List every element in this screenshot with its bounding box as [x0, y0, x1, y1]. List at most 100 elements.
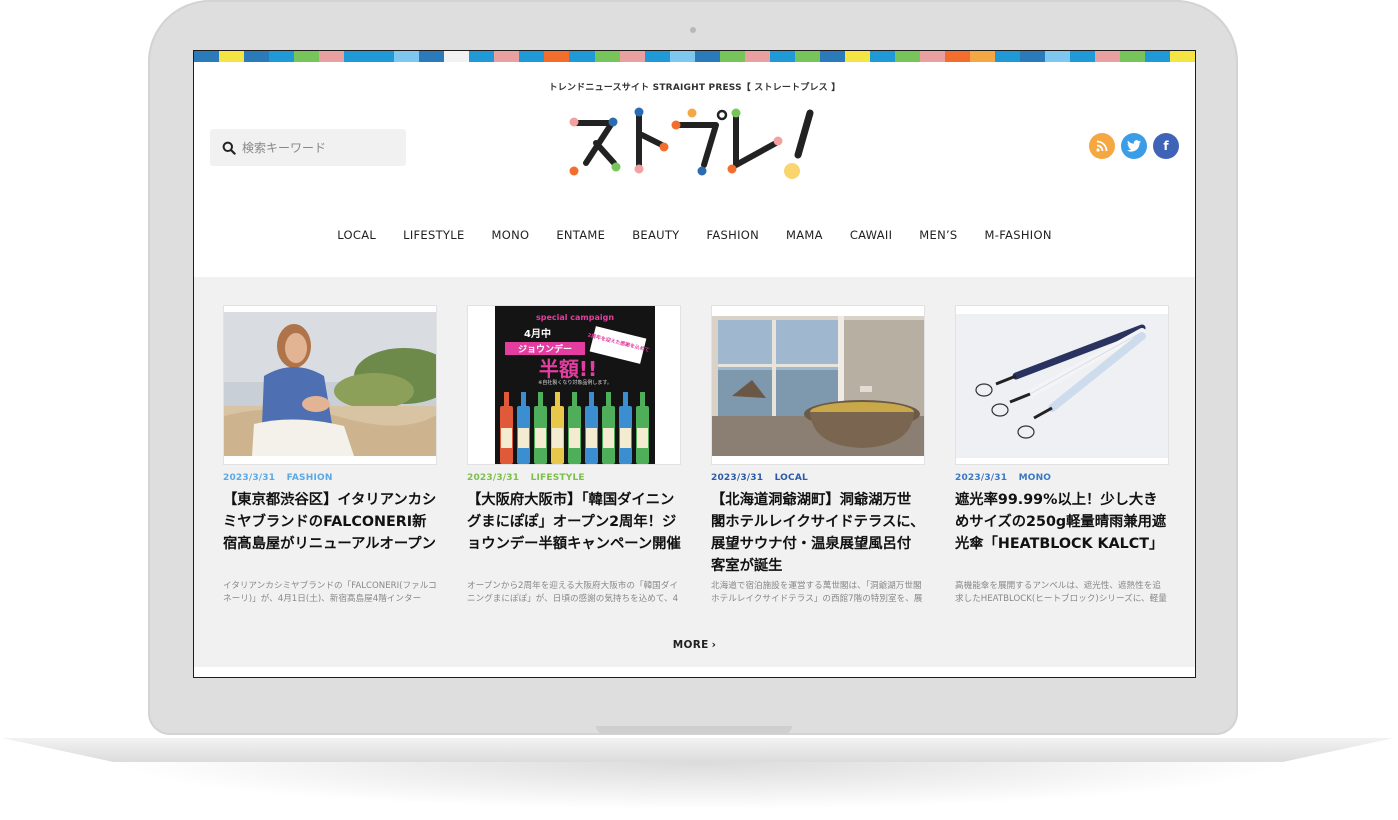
color-bar-segment [619, 51, 645, 62]
article-category[interactable]: LOCAL [775, 473, 808, 483]
search-box[interactable] [210, 129, 406, 166]
color-bar-segment [794, 51, 820, 62]
article-card[interactable]: 2023/3/31 LOCAL 【北海道洞爺湖町】洞爺湖万世閣ホテルレイクサイド… [711, 305, 925, 606]
article-date: 2023/3/31 [223, 473, 276, 483]
bottle-label-shape [501, 428, 512, 448]
header-color-bar [194, 51, 1195, 62]
article-excerpt: オープンから2周年を迎える大阪府大阪市の「韓国ダイニングまにぽぽ」が、日頃の感謝… [467, 581, 679, 604]
bottle-label-shape [603, 428, 614, 448]
color-bar-segment [519, 51, 545, 62]
social-links: f [1089, 133, 1179, 159]
article-title[interactable]: 【東京都渋谷区】イタリアンカシミヤブランドのFALCONERI新宿髙島屋がリニュ… [223, 489, 437, 577]
bottle-label-shape [620, 428, 631, 448]
article-title[interactable]: 遮光率99.99%以上！少し大きめサイズの250g軽量晴雨兼用遮光傘「HEATB… [955, 489, 1169, 577]
rss-icon[interactable] [1089, 133, 1115, 159]
color-bar-segment [544, 51, 570, 62]
color-bar-segment [1120, 51, 1146, 62]
facebook-icon[interactable]: f [1153, 133, 1179, 159]
bottle-neck-shape [504, 392, 509, 408]
more-label: MORE [672, 639, 709, 651]
bottle-label-shape [552, 428, 563, 448]
bottle-label-shape [518, 428, 529, 448]
laptop-shadow [110, 762, 1290, 810]
color-bar-segment [219, 51, 245, 62]
nav-item-beauty[interactable]: BEAUTY [619, 228, 693, 242]
image-half-text: 半額!! [539, 357, 597, 381]
article-title[interactable]: 【北海道洞爺湖町】洞爺湖万世閣ホテルレイクサイドテラスに、展望サウナ付・温泉展望… [711, 489, 925, 577]
article-card[interactable]: 2023/3/31 MONO 遮光率99.99%以上！少し大きめサイズの250g… [955, 305, 1169, 606]
nav-item-mono[interactable]: MONO [478, 228, 543, 242]
color-bar-segment [1145, 51, 1171, 62]
color-bar-segment [444, 51, 470, 62]
bottle-neck-shape [640, 392, 645, 408]
article-thumbnail-fashion[interactable] [223, 305, 437, 465]
article-meta: 2023/3/31 FASHION [223, 473, 437, 483]
article-meta: 2023/3/31 LIFESTYLE [467, 473, 681, 483]
article-card[interactable]: special campaign 4月中 ジョウンデー 2周年を迎えた感謝を込め… [467, 305, 681, 606]
color-bar-segment [344, 51, 370, 62]
color-bar-segment [844, 51, 870, 62]
browser-screen: トレンドニュースサイト STRAIGHT PRESS【 ストレートプレス 】 検… [193, 50, 1196, 678]
chevron-right-icon: › [711, 639, 717, 651]
bottle-label-shape [569, 428, 580, 448]
article-date: 2023/3/31 [955, 473, 1008, 483]
image-note-text: ※自社製くなり対象品例します。 [538, 379, 612, 386]
image-campaign-text: special campaign [536, 313, 614, 322]
bottle-neck-shape [623, 392, 628, 408]
search-icon[interactable] [222, 141, 236, 155]
nav-item-local[interactable]: LOCAL [324, 228, 390, 242]
color-bar-segment [969, 51, 995, 62]
color-bar-segment [269, 51, 295, 62]
article-thumbnail-lifestyle[interactable]: special campaign 4月中 ジョウンデー 2周年を迎えた感謝を込め… [467, 305, 681, 465]
color-bar-segment [569, 51, 595, 62]
site-header: f [194, 93, 1195, 223]
article-card[interactable]: 2023/3/31 FASHION 【東京都渋谷区】イタリアンカシミヤブランドの… [223, 305, 437, 606]
nav-item-cawaii[interactable]: CAWAII [836, 228, 905, 242]
nav-item-mens[interactable]: MEN’S [906, 228, 971, 242]
article-meta: 2023/3/31 LOCAL [711, 473, 925, 483]
color-bar-segment [319, 51, 345, 62]
image-month-text: 4月中 [524, 327, 551, 340]
color-bar-segment [894, 51, 920, 62]
article-category[interactable]: FASHION [287, 473, 333, 483]
article-grid-section: 2023/3/31 FASHION 【東京都渋谷区】イタリアンカシミヤブランドの… [194, 277, 1195, 667]
more-link[interactable]: MORE › [194, 639, 1195, 651]
image-event-text: ジョウンデー [518, 343, 572, 355]
nav-item-mama[interactable]: MAMA [773, 228, 837, 242]
bottle-neck-shape [606, 392, 611, 408]
color-bar-segment [995, 51, 1021, 62]
bottle-neck-shape [521, 392, 526, 408]
article-category[interactable]: LIFESTYLE [531, 473, 585, 483]
color-bar-segment [1070, 51, 1096, 62]
nav-item-m-fashion[interactable]: M-FASHION [971, 228, 1065, 242]
color-bar-segment [694, 51, 720, 62]
nav-item-entame[interactable]: ENTAME [543, 228, 619, 242]
nav-item-fashion[interactable]: FASHION [693, 228, 773, 242]
article-thumbnail-mono[interactable] [955, 305, 1169, 465]
color-bar-segment [244, 51, 270, 62]
color-bar-segment [819, 51, 845, 62]
search-input[interactable] [242, 140, 392, 155]
bottle-neck-shape [538, 392, 543, 408]
color-bar-segment [869, 51, 895, 62]
color-bar-segment [919, 51, 945, 62]
article-title[interactable]: 【大阪府大阪市】「韓国ダイニングまにぽぽ」オープン2周年！ジョウンデー半額キャン… [467, 489, 681, 577]
color-bar-segment [1170, 51, 1195, 62]
color-bar-segment [594, 51, 620, 62]
site-tagline: トレンドニュースサイト STRAIGHT PRESS【 ストレートプレス 】 [548, 83, 841, 93]
color-bar-segment [744, 51, 770, 62]
color-bar-segment [194, 51, 220, 62]
article-thumbnail-local[interactable] [711, 305, 925, 465]
article-date: 2023/3/31 [467, 473, 520, 483]
article-cards: 2023/3/31 FASHION 【東京都渋谷区】イタリアンカシミヤブランドの… [194, 277, 1195, 606]
color-bar-segment [719, 51, 745, 62]
twitter-icon[interactable] [1121, 133, 1147, 159]
site-logo[interactable] [564, 103, 824, 183]
bottle-label-shape [535, 428, 546, 448]
color-bar-segment [494, 51, 520, 62]
article-category[interactable]: MONO [1019, 473, 1052, 483]
color-bar-segment [394, 51, 420, 62]
nav-item-lifestyle[interactable]: LIFESTYLE [390, 228, 478, 242]
color-bar-segment [944, 51, 970, 62]
color-bar-segment [644, 51, 670, 62]
